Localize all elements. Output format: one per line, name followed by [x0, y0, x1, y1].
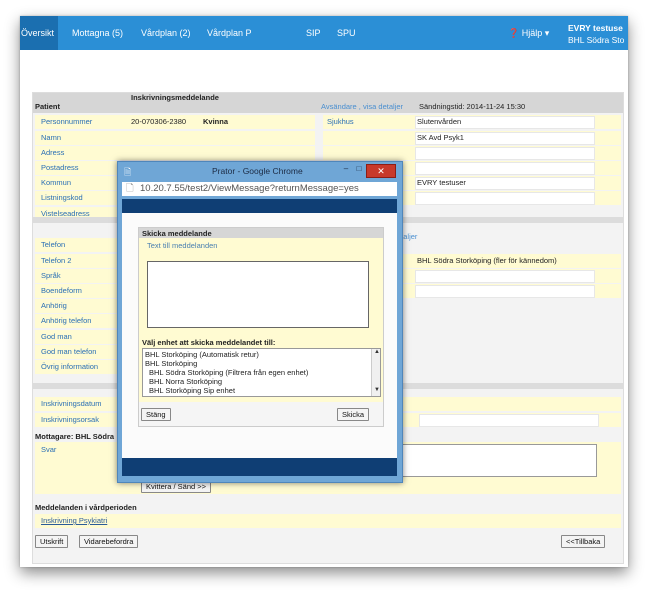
- panel-title: Skicka meddelande: [142, 229, 212, 238]
- popup-window: 🗎 Prator - Google Chrome – □ ✕ 🗋 10.20.7…: [117, 161, 403, 483]
- message-link[interactable]: Inskrivning Psykiatri: [41, 516, 107, 525]
- scroll-down-icon[interactable]: ▼: [374, 387, 380, 393]
- row-sender-3: [323, 146, 621, 160]
- section-title: Inskrivningsmeddelande: [131, 93, 219, 102]
- page-icon: 🗋: [126, 183, 134, 194]
- user-info[interactable]: EVRY testuse BHL Södra Sto: [568, 22, 624, 46]
- url-text: 10.20.7.55/test2/ViewMessage?returnMessa…: [140, 183, 359, 194]
- sjukhus-value: Slutenvården: [417, 117, 462, 126]
- user-unit: BHL Södra Sto: [568, 35, 625, 45]
- receiver-label: Mottagare: BHL Södra: [35, 432, 115, 441]
- main-area: Inskrivningsmeddelande Patient Avsändare…: [20, 50, 628, 567]
- maximize-icon[interactable]: □: [354, 164, 364, 175]
- recipient-value: BHL Södra Storköping (fler för kännedom): [417, 256, 557, 265]
- close-button[interactable]: Stäng: [141, 408, 171, 421]
- tab-oversikt[interactable]: Översikt: [20, 16, 59, 50]
- tab-sip[interactable]: SIP: [306, 28, 321, 38]
- list-item[interactable]: BHL Södra Storköping (Filtrera från egen…: [149, 368, 308, 377]
- minimize-icon[interactable]: –: [340, 164, 352, 175]
- sent-time: Sändningstid: 2014-11-24 15:30: [419, 102, 526, 111]
- address-bar[interactable]: 🗋 10.20.7.55/test2/ViewMessage?returnMes…: [122, 182, 397, 196]
- sender-user-value: EVRY testuser: [417, 178, 466, 187]
- send-button[interactable]: Skicka: [337, 408, 370, 421]
- page-icon: 🗎: [124, 167, 132, 177]
- popup-title: Prator - Google Chrome: [212, 166, 303, 176]
- send-message-panel: Skicka meddelande Text till meddelanden …: [138, 227, 384, 427]
- question-icon: ❓: [508, 28, 520, 38]
- tab-vardplan-p[interactable]: Vårdplan P: [207, 28, 252, 38]
- browser-frame: Översikt Mottagna (5) Vårdplan (2) Vårdp…: [20, 16, 628, 567]
- personnummer-value: 20-070306-2380: [131, 117, 187, 126]
- close-icon[interactable]: ✕: [366, 164, 396, 178]
- help-menu[interactable]: ❓ Hjälp ▾: [508, 28, 549, 39]
- back-button[interactable]: <<Tillbaka: [561, 535, 606, 548]
- list-item[interactable]: BHL Norra Storköping: [149, 377, 222, 386]
- popup-content: Skicka meddelande Text till meddelanden …: [122, 213, 397, 458]
- row-personnummer: Personnummer 20-070306-2380 Kvinna: [35, 115, 315, 129]
- row-sjukhus: Sjukhus Slutenvården: [323, 115, 621, 129]
- messages-title: Meddelanden i vårdperioden: [35, 503, 137, 512]
- message-textarea[interactable]: [147, 261, 369, 328]
- unit-listbox[interactable]: BHL Storköping (Automatisk retur) BHL St…: [142, 348, 381, 397]
- list-item[interactable]: BHL Storköping Sip enhet: [149, 386, 235, 395]
- tab-spu[interactable]: SPU: [337, 28, 356, 38]
- top-navbar: Översikt Mottagna (5) Vårdplan (2) Vårdp…: [20, 16, 628, 50]
- row-message-link: Inskrivning Psykiatri: [35, 514, 621, 528]
- gender-value: Kvinna: [203, 117, 229, 126]
- forward-button[interactable]: Vidarebefordra: [79, 535, 139, 548]
- tab-mottagna[interactable]: Mottagna (5): [72, 28, 123, 38]
- text-label: Text till meddelanden: [147, 241, 218, 250]
- list-item[interactable]: BHL Storköping: [145, 359, 197, 368]
- sender-details-link[interactable]: Avsändare , visa detaljer: [321, 102, 403, 111]
- row-adress: Adress: [35, 146, 315, 160]
- caret-down-icon: ▾: [544, 28, 550, 38]
- popup-footer-bar: [122, 458, 397, 476]
- patient-label: Patient: [35, 102, 61, 111]
- popup-titlebar: 🗎 Prator - Google Chrome – □ ✕: [118, 162, 402, 179]
- user-name: EVRY testuse: [568, 23, 623, 33]
- print-button[interactable]: Utskrift: [35, 535, 69, 548]
- listbox-scrollbar[interactable]: ▲ ▼: [371, 349, 380, 396]
- popup-header-bar: [122, 199, 397, 213]
- avdelning-value: SK Avd Psyk1: [417, 133, 464, 142]
- list-item[interactable]: BHL Storköping (Automatisk retur): [145, 350, 259, 359]
- scroll-up-icon[interactable]: ▲: [374, 349, 380, 355]
- select-label: Välj enhet att skicka meddelandet till:: [142, 338, 276, 347]
- row-avdelning: SK Avd Psyk1: [323, 131, 621, 145]
- tab-vardplan[interactable]: Vårdplan (2): [141, 28, 191, 38]
- row-namn: Namn: [35, 131, 315, 145]
